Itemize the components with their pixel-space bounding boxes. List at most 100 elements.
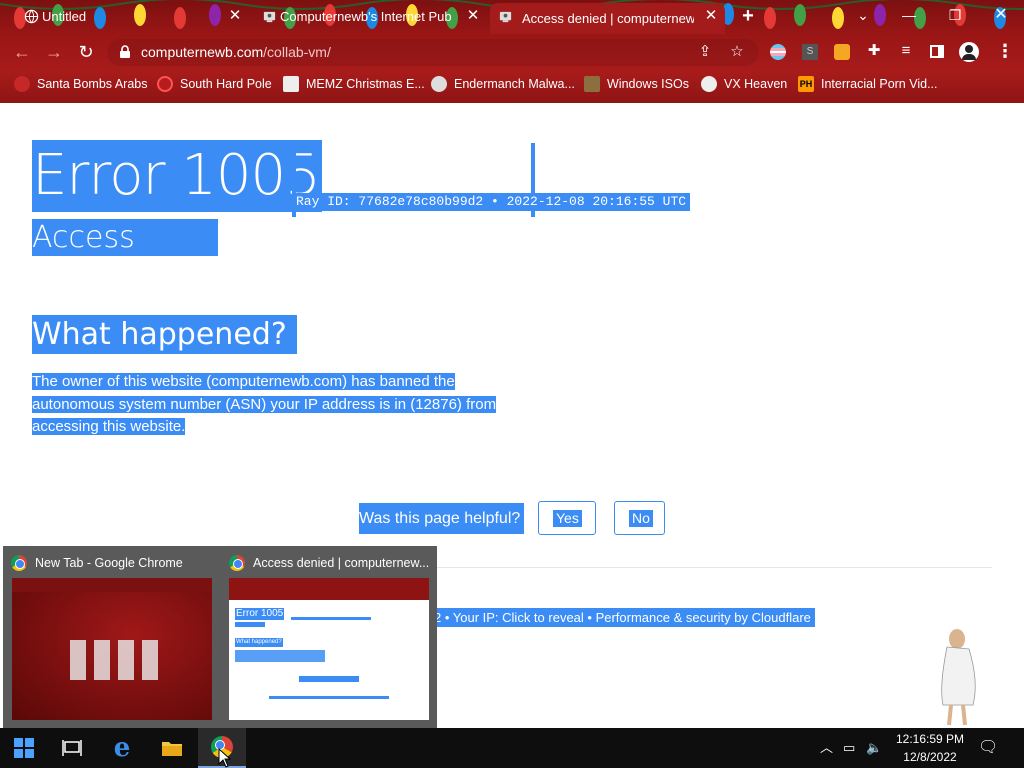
description-line: autonomous system number (ASN) your IP a… [32, 395, 497, 413]
bookmark-label: Santa Bombs Arabs [37, 77, 148, 91]
figure-icon [584, 76, 600, 92]
browser-toolbar: ← → ↻ computernewb.com/collab-vm/ ⇪ ☆ S … [0, 35, 1024, 69]
brave-shield-extension-icon[interactable] [831, 40, 853, 62]
error-title: Error 1005 [32, 140, 322, 212]
ph-icon: PH [798, 76, 814, 92]
edge-browser-icon[interactable]: e [98, 728, 146, 768]
chrome-icon [11, 555, 27, 571]
no-label: No [629, 510, 653, 527]
thumbnail-title-text: New Tab - Google Chrome [35, 556, 183, 570]
bookmark-item[interactable]: VX Heaven [701, 75, 787, 93]
windows-taskbar: e ︿ ▭ 🔈 12:16:59 PM 12/8/2022 🗨 [0, 728, 1024, 768]
address-bar[interactable]: computernewb.com/collab-vm/ ⇪ ☆ [107, 39, 759, 66]
tab-title: Computernewb's Internet Pub H [280, 9, 456, 24]
menu-kebab-icon[interactable]: ⋮ [994, 40, 1016, 62]
back-arrow-icon[interactable]: ← [10, 40, 34, 64]
close-tab-icon[interactable]: ✕ [225, 6, 245, 26]
yes-label: Yes [553, 510, 582, 527]
bookmark-star-icon[interactable]: ☆ [727, 42, 747, 62]
bookmark-item[interactable]: PH Interracial Porn Vid... [798, 75, 938, 93]
restore-button[interactable]: ❐ [943, 5, 967, 25]
lock-icon[interactable] [119, 45, 131, 59]
cloudflare-footer[interactable]: 2 • Your IP: Click to reveal • Performan… [430, 608, 815, 627]
tab-title: Untitled [42, 9, 87, 24]
media-queue-icon[interactable]: ≡ [895, 40, 917, 62]
chrome-icon [229, 555, 245, 571]
error-subtitle: Access denied [32, 219, 218, 292]
thumbnail-title: Access denied | computernew... [229, 555, 429, 571]
ray-id-line: Ray ID: 77682e78c80b99d2 • 2022-12-08 20… [292, 193, 691, 211]
share-icon[interactable]: ⇪ [695, 42, 715, 62]
bookmark-item[interactable]: Endermanch Malwa... [431, 75, 575, 93]
reload-icon[interactable]: ↻ [74, 40, 98, 64]
thumbnail-access-denied[interactable]: Access denied | computernew... Error 100… [221, 546, 437, 728]
helpful-question: Was this page helpful? [359, 503, 525, 534]
description-line: accessing this website. [32, 418, 186, 435]
tab-computernewb-pub[interactable]: Computernewb's Internet Pub H ✕ [258, 3, 483, 30]
bookmarks-bar: Santa Bombs Arabs South Hard Pole MEMZ C… [0, 71, 1024, 97]
close-tab-icon[interactable]: ✕ [701, 6, 721, 26]
bookmark-label: Windows ISOs [607, 77, 689, 91]
file-explorer-icon[interactable] [148, 728, 196, 768]
task-view-icon[interactable] [48, 728, 96, 768]
tab-untitled[interactable]: Untitled ✕ [20, 3, 245, 30]
url-path: /collab-vm/ [263, 44, 331, 60]
tab-search-chevron-icon[interactable]: ⌄ [851, 5, 875, 25]
thumbnail-title-text: Access denied | computernew... [253, 556, 430, 570]
skull-icon [431, 76, 447, 92]
bookmark-label: Interracial Porn Vid... [821, 77, 938, 91]
url-text: computernewb.com/collab-vm/ [141, 44, 331, 60]
system-clock[interactable]: 12:16:59 PM 12/8/2022 [880, 730, 980, 766]
bookmark-label: Endermanch Malwa... [454, 77, 575, 91]
minimize-button[interactable]: — [897, 5, 921, 25]
thumbnail-preview: Error 1005 What happened? [229, 578, 429, 720]
no-button[interactable]: No [614, 501, 665, 535]
site-favicon-icon [263, 11, 276, 23]
thumbnail-heading: What happened? [235, 638, 283, 647]
bookmark-item[interactable]: Windows ISOs [584, 75, 689, 93]
bookmark-label: MEMZ Christmas E... [306, 77, 425, 91]
forward-arrow-icon[interactable]: → [42, 40, 66, 64]
extensions-puzzle-icon[interactable]: ✚ [863, 40, 885, 62]
page-icon [283, 76, 299, 92]
mouse-cursor-icon [218, 748, 232, 768]
start-windows-icon[interactable] [0, 728, 48, 768]
thumbnail-title: New Tab - Google Chrome [11, 555, 183, 571]
error-description: The owner of this website (computernewb.… [32, 371, 500, 439]
side-panel-icon[interactable] [926, 40, 948, 62]
description-line: The owner of this website (computernewb.… [32, 373, 455, 390]
taskbar-thumbnail-popup: New Tab - Google Chrome Access denied | … [3, 546, 437, 728]
network-icon[interactable]: ▭ [843, 738, 855, 758]
yes-button[interactable]: Yes [538, 501, 596, 535]
close-window-button[interactable]: ✕ [989, 5, 1013, 25]
flag-extension-icon[interactable] [767, 40, 789, 62]
url-domain: computernewb.com [141, 44, 264, 60]
bomb-icon [14, 76, 30, 92]
bookmark-item[interactable]: Santa Bombs Arabs [14, 75, 147, 93]
site-favicon-icon [499, 11, 512, 23]
thumbnail-error-title: Error 1005 [235, 608, 285, 620]
thumbnail-new-tab[interactable]: New Tab - Google Chrome [3, 546, 219, 728]
clock-date: 12/8/2022 [903, 750, 957, 764]
s-extension-icon[interactable]: S [799, 40, 821, 62]
clock-time: 12:16:59 PM [895, 732, 965, 746]
bookmark-label: South Hard Pole [180, 77, 272, 91]
what-happened-heading: What happened? [32, 315, 297, 354]
thumbnail-preview [12, 578, 212, 720]
bookmark-label: VX Heaven [724, 77, 788, 91]
tab-strip: Untitled ✕ Computernewb's Internet Pub H… [0, 0, 1024, 34]
desktop-buddy-figure-icon[interactable] [933, 627, 985, 727]
bookmark-item[interactable]: South Hard Pole [157, 75, 272, 93]
globe-icon [24, 9, 39, 24]
virus-icon [157, 76, 173, 92]
profile-avatar-icon[interactable] [958, 40, 980, 62]
biohazard-icon [701, 76, 717, 92]
tab-access-denied[interactable]: Access denied | computernewb.c ✕ [490, 3, 725, 34]
bookmark-item[interactable]: MEMZ Christmas E... [283, 75, 425, 93]
close-tab-icon[interactable]: ✕ [463, 6, 483, 26]
browser-chrome: Untitled ✕ Computernewb's Internet Pub H… [0, 0, 1024, 103]
tab-title: Access denied | computernewb.c [522, 11, 694, 26]
show-hidden-icons-chevron[interactable]: ︿ [820, 738, 833, 758]
notification-center-icon[interactable]: 🗨 [978, 738, 998, 758]
new-tab-button[interactable]: + [738, 6, 758, 26]
